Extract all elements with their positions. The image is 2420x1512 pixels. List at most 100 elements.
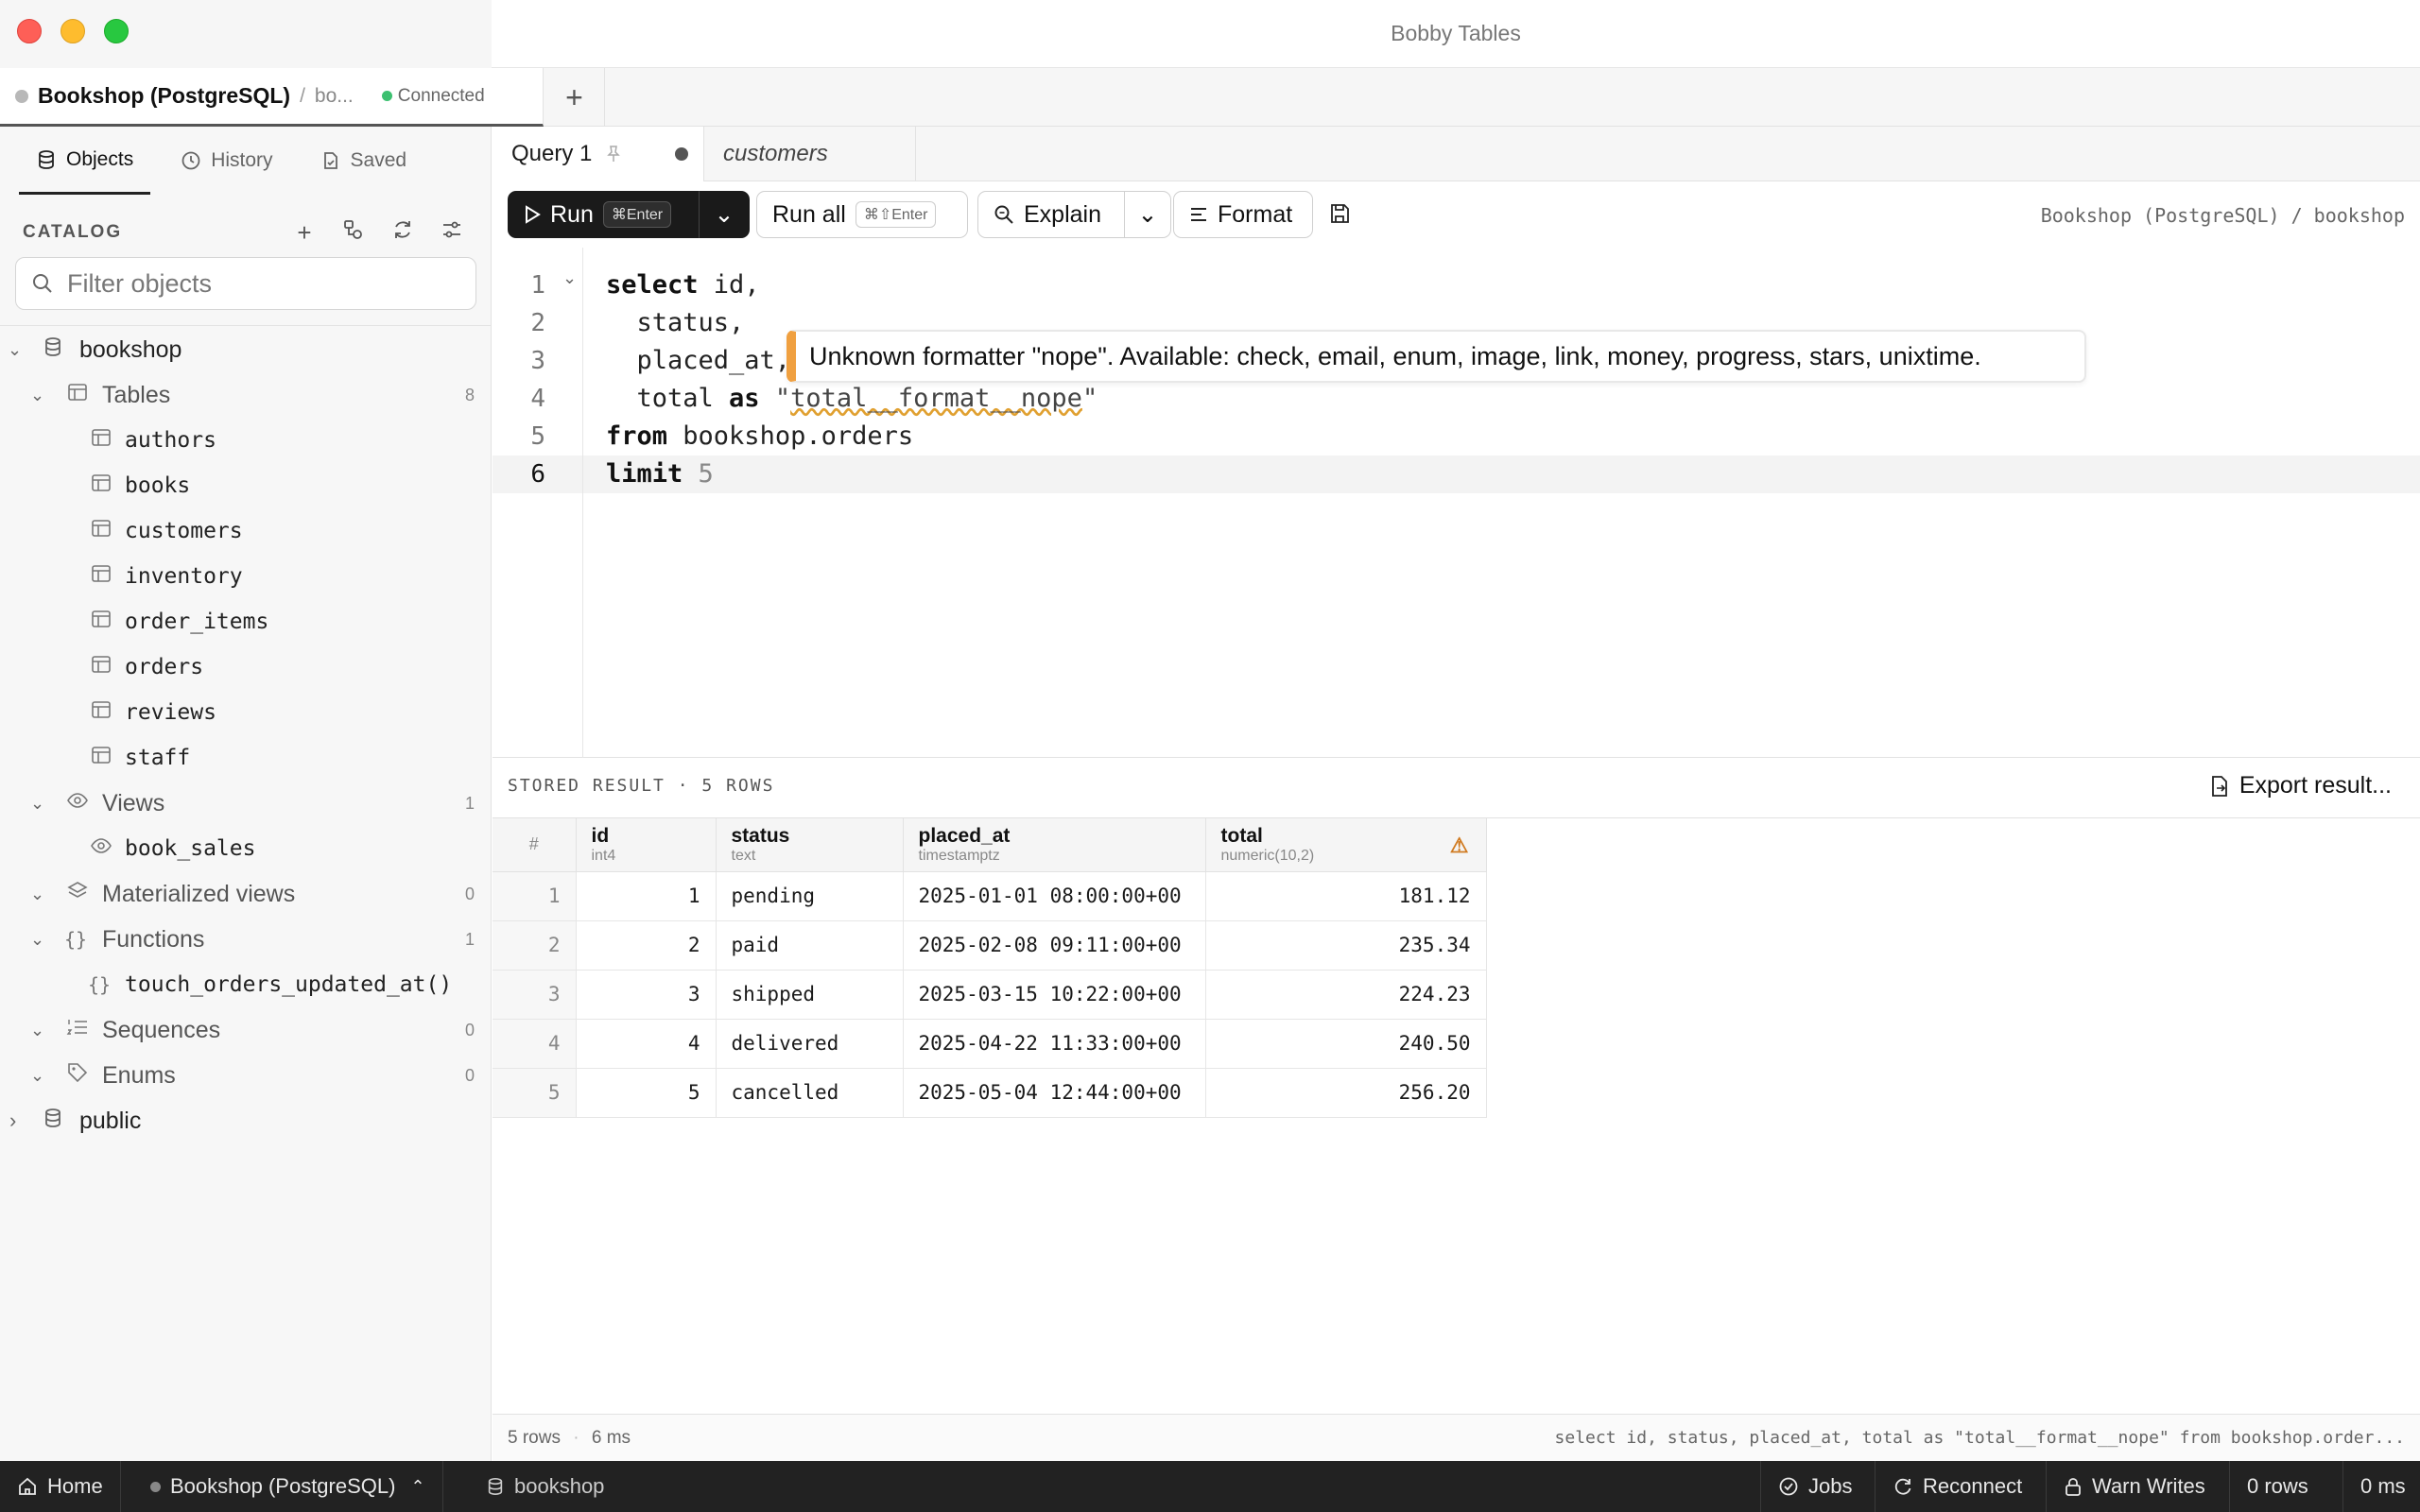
code-token: total	[606, 384, 730, 413]
cell-total[interactable]: 224.23	[1205, 970, 1487, 1020]
cell-id[interactable]: 5	[576, 1068, 717, 1118]
tree-group-views[interactable]: ⌄ Views 1	[0, 781, 492, 826]
table-row[interactable]: 4 4 delivered 2025-04-22 11:33:00+00 240…	[493, 1019, 1487, 1069]
cell-status[interactable]: cancelled	[716, 1068, 904, 1118]
jobs-button[interactable]: Jobs	[1760, 1461, 1869, 1512]
column-name: placed_at	[918, 824, 1011, 847]
close-window-button[interactable]	[17, 19, 42, 43]
tree-item-table[interactable]: inventory	[0, 554, 492, 599]
column-type: timestamptz	[918, 847, 1000, 864]
tree-schema-bookshop[interactable]: ⌄ bookshop	[0, 327, 492, 372]
export-label: Export result...	[2238, 772, 2392, 799]
group-count: 8	[464, 385, 475, 404]
table-name: books	[125, 473, 191, 498]
cell-placed-at[interactable]: 2025-02-08 09:11:00+00	[903, 920, 1206, 971]
add-object-icon[interactable]: +	[280, 218, 329, 248]
cell-placed-at[interactable]: 2025-04-22 11:33:00+00	[903, 1019, 1206, 1069]
cell-total[interactable]: 240.50	[1205, 1019, 1487, 1069]
fold-chevron-icon[interactable]: ⌄	[562, 268, 577, 288]
cell-status[interactable]: paid	[716, 920, 904, 971]
database-icon	[488, 1478, 503, 1496]
chevron-down-icon: ⌄	[30, 793, 45, 813]
warning-icon[interactable]: ⚠	[1450, 833, 1469, 858]
refresh-icon[interactable]	[378, 218, 427, 248]
row-number: 5	[493, 1068, 577, 1118]
cell-status[interactable]: delivered	[716, 1019, 904, 1069]
table-row[interactable]: 3 3 shipped 2025-03-15 10:22:00+00 224.2…	[493, 970, 1487, 1020]
cell-status[interactable]: pending	[716, 871, 904, 921]
braces-icon: {}	[63, 928, 88, 951]
sidebar-tab-objects[interactable]: Objects	[19, 127, 151, 195]
run-label: Run	[550, 200, 594, 228]
export-result-button[interactable]: Export result...	[2209, 772, 2392, 799]
cell-id[interactable]: 2	[576, 920, 717, 971]
tree-group-materialized-views[interactable]: ⌄ Materialized views 0	[0, 871, 492, 917]
refresh-icon	[1894, 1478, 1911, 1495]
tree-item-table[interactable]: reviews	[0, 690, 492, 735]
tree-item-table[interactable]: order_items	[0, 599, 492, 644]
table-name: customers	[125, 519, 243, 543]
app-title: Bobby Tables	[1391, 21, 1521, 45]
cell-placed-at[interactable]: 2025-03-15 10:22:00+00	[903, 970, 1206, 1020]
tab-customers[interactable]: customers	[704, 127, 916, 181]
minimize-window-button[interactable]	[60, 19, 85, 43]
tree-item-table[interactable]: authors	[0, 418, 492, 463]
sidebar-tab-saved[interactable]: Saved	[303, 127, 424, 195]
database-indicator[interactable]: bookshop	[469, 1461, 621, 1512]
database-icon	[40, 1108, 66, 1134]
cell-total[interactable]: 235.34	[1205, 920, 1487, 971]
column-header-id[interactable]: id int4	[576, 818, 717, 872]
filter-settings-icon[interactable]	[427, 218, 476, 248]
filter-objects-input[interactable]	[67, 268, 464, 299]
tree-group-sequences[interactable]: ⌄ Sequences 0	[0, 1007, 492, 1053]
tree-item-function[interactable]: {} touch_orders_updated_at()	[0, 962, 492, 1007]
connection-switcher[interactable]: Bookshop (PostgreSQL) ⌃	[133, 1461, 443, 1512]
new-connection-tab-button[interactable]: +	[544, 68, 605, 127]
cell-id[interactable]: 1	[576, 871, 717, 921]
sidebar-tab-label: History	[211, 149, 273, 171]
column-header-total[interactable]: total numeric(10,2) ⚠	[1205, 818, 1487, 872]
saved-file-icon	[323, 152, 337, 169]
table-row[interactable]: 1 1 pending 2025-01-01 08:00:00+00 181.1…	[493, 871, 1487, 921]
tree-item-table[interactable]: books	[0, 463, 492, 508]
tab-query-1[interactable]: Query 1	[493, 127, 704, 181]
tree-group-tables[interactable]: ⌄ Tables 8	[0, 372, 492, 418]
run-all-button[interactable]: Run all ⌘⇧Enter	[756, 191, 968, 238]
pin-icon[interactable]	[605, 145, 622, 163]
run-options-button[interactable]: ⌄	[699, 191, 750, 238]
tree-item-table[interactable]: staff	[0, 735, 492, 781]
cell-total[interactable]: 256.20	[1205, 1068, 1487, 1118]
sidebar-tab-history[interactable]: History	[164, 127, 289, 195]
tree-schema-public[interactable]: › public	[0, 1098, 492, 1143]
tree-group-enums[interactable]: ⌄ Enums 0	[0, 1053, 492, 1098]
tree-group-functions[interactable]: ⌄ {} Functions 1	[0, 917, 492, 962]
code-editor[interactable]: 1 2 3 4 5 6 ⌄ select id, status, placed_…	[493, 248, 2420, 758]
connection-tab[interactable]: Bookshop (PostgreSQL) / bo... Connected	[0, 68, 544, 127]
diagram-icon[interactable]	[329, 218, 378, 248]
row-number: 3	[493, 970, 577, 1020]
save-icon[interactable]	[1328, 202, 1351, 231]
line-number-gutter: 1 2 3 4 5 6 ⌄	[493, 248, 583, 758]
cell-placed-at[interactable]: 2025-05-04 12:44:00+00	[903, 1068, 1206, 1118]
row-number: 4	[493, 1019, 577, 1069]
run-button[interactable]: Run ⌘Enter	[508, 191, 699, 238]
reconnect-button[interactable]: Reconnect	[1875, 1461, 2039, 1512]
home-button[interactable]: Home	[0, 1461, 121, 1512]
tree-item-view[interactable]: book_sales	[0, 826, 492, 871]
warn-writes-toggle[interactable]: Warn Writes	[2046, 1461, 2222, 1512]
explain-button[interactable]: Explain	[977, 191, 1125, 238]
table-row[interactable]: 2 2 paid 2025-02-08 09:11:00+00 235.34	[493, 920, 1487, 971]
explain-options-button[interactable]: ⌄	[1124, 191, 1171, 238]
table-row[interactable]: 5 5 cancelled 2025-05-04 12:44:00+00 256…	[493, 1068, 1487, 1118]
tree-item-table[interactable]: orders	[0, 644, 492, 690]
column-header-placed-at[interactable]: placed_at timestamptz	[903, 818, 1206, 872]
cell-status[interactable]: shipped	[716, 970, 904, 1020]
cell-id[interactable]: 4	[576, 1019, 717, 1069]
format-button[interactable]: Format	[1173, 191, 1313, 238]
zoom-window-button[interactable]	[104, 19, 129, 43]
cell-placed-at[interactable]: 2025-01-01 08:00:00+00	[903, 871, 1206, 921]
tree-item-table[interactable]: customers	[0, 508, 492, 554]
cell-id[interactable]: 3	[576, 970, 717, 1020]
column-header-status[interactable]: status text	[716, 818, 904, 872]
cell-total[interactable]: 181.12	[1205, 871, 1487, 921]
